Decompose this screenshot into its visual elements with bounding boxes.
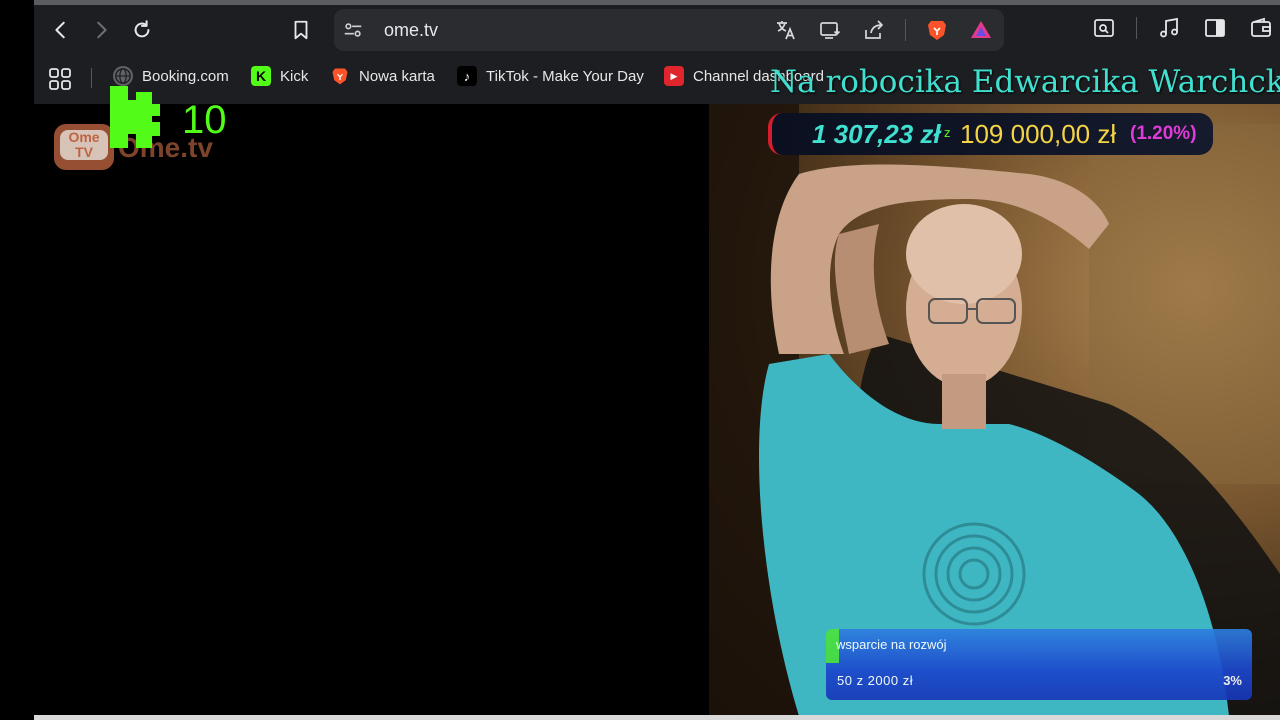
share-button[interactable] [861,17,887,43]
goal-separator: z [944,125,951,140]
brave-lion-icon [928,21,946,40]
screen-capture-icon [1094,19,1114,37]
forward-button[interactable] [85,14,117,46]
kick-icon: K [251,66,271,86]
goal-percent: (1.20%) [1130,123,1197,144]
ometv-badge-text: Ome [68,129,100,145]
window-top-edge [34,0,1280,5]
rewards-triangle-icon [971,21,991,38]
bookmark-page-button[interactable] [285,14,317,46]
bookmark-kick[interactable]: K Kick [251,66,308,86]
donation-goal-widget: 1 307,23 zł z 109 000,00 zł (1.20%) [768,113,1213,155]
ometv-logo: Ome TV [54,114,114,170]
streamer-video-feed [709,104,1280,716]
self-video-pane [709,104,1280,716]
bookmark-icon [294,20,308,40]
brave-rewards-button[interactable] [968,17,994,43]
chevron-right-icon [97,21,107,39]
wallet-icon [1251,17,1271,37]
chevron-left-icon [55,21,65,39]
bookmark-label: TikTok - Make Your Day [486,67,644,85]
support-percent: 3% [1223,673,1242,688]
bookmark-label: Booking.com [142,67,229,85]
site-settings-icon[interactable] [342,19,364,41]
reload-icon [134,20,150,38]
tiktok-icon: ♪ [457,66,477,86]
divider [1136,17,1137,39]
kick-logo-icon [110,86,160,148]
brave-shields-button[interactable] [924,17,950,43]
apps-grid-icon[interactable] [48,67,72,91]
bookmark-label: Kick [280,67,309,85]
share-icon [865,20,883,39]
support-label: wsparcie na rozwój [836,637,947,652]
sidebar-toggle-button[interactable] [1201,14,1229,42]
support-progress-text: 50 z 2000 zł [837,673,914,688]
screenshot-button[interactable] [1090,14,1118,42]
bookmark-label: Nowa karta [359,67,435,85]
support-goal-bar: wsparcie na rozwój 50 z 2000 zł 3% [826,629,1252,700]
install-app-button[interactable] [817,17,843,43]
music-note-icon [1160,17,1178,38]
bookmark-tiktok[interactable]: ♪ TikTok - Make Your Day [457,66,644,86]
taskbar-edge [34,715,1280,720]
goal-target-amount: 109 000,00 zł [960,119,1117,149]
back-button[interactable] [45,14,77,46]
install-icon [820,22,841,39]
brave-icon [330,66,350,86]
left-frame-strip [0,0,34,720]
divider [905,19,906,41]
stranger-video-pane [34,104,709,716]
sidebar-icon [1205,19,1225,37]
ometv-badge: Ome TV [60,130,108,160]
stream-title: Na robocika Edwarcika Warchcki [770,64,1280,100]
youtube-icon: ▶ [664,66,684,86]
translate-button[interactable] [773,17,799,43]
bookmark-nowa-karta[interactable]: Nowa karta [330,66,435,86]
divider [91,68,92,88]
url-text[interactable]: ome.tv [384,20,438,41]
wallet-button[interactable] [1247,14,1275,42]
media-controls-button[interactable] [1155,14,1183,42]
kick-viewer-count: 10 [182,98,227,142]
address-bar[interactable]: ome.tv [334,9,1004,51]
goal-current-amount: 1 307,23 zł [812,119,941,149]
translate-icon [777,21,795,40]
globe-icon [113,66,133,86]
reload-button[interactable] [126,14,158,46]
bookmark-booking[interactable]: Booking.com [113,66,229,86]
ometv-badge-subtext: TV [75,144,93,160]
